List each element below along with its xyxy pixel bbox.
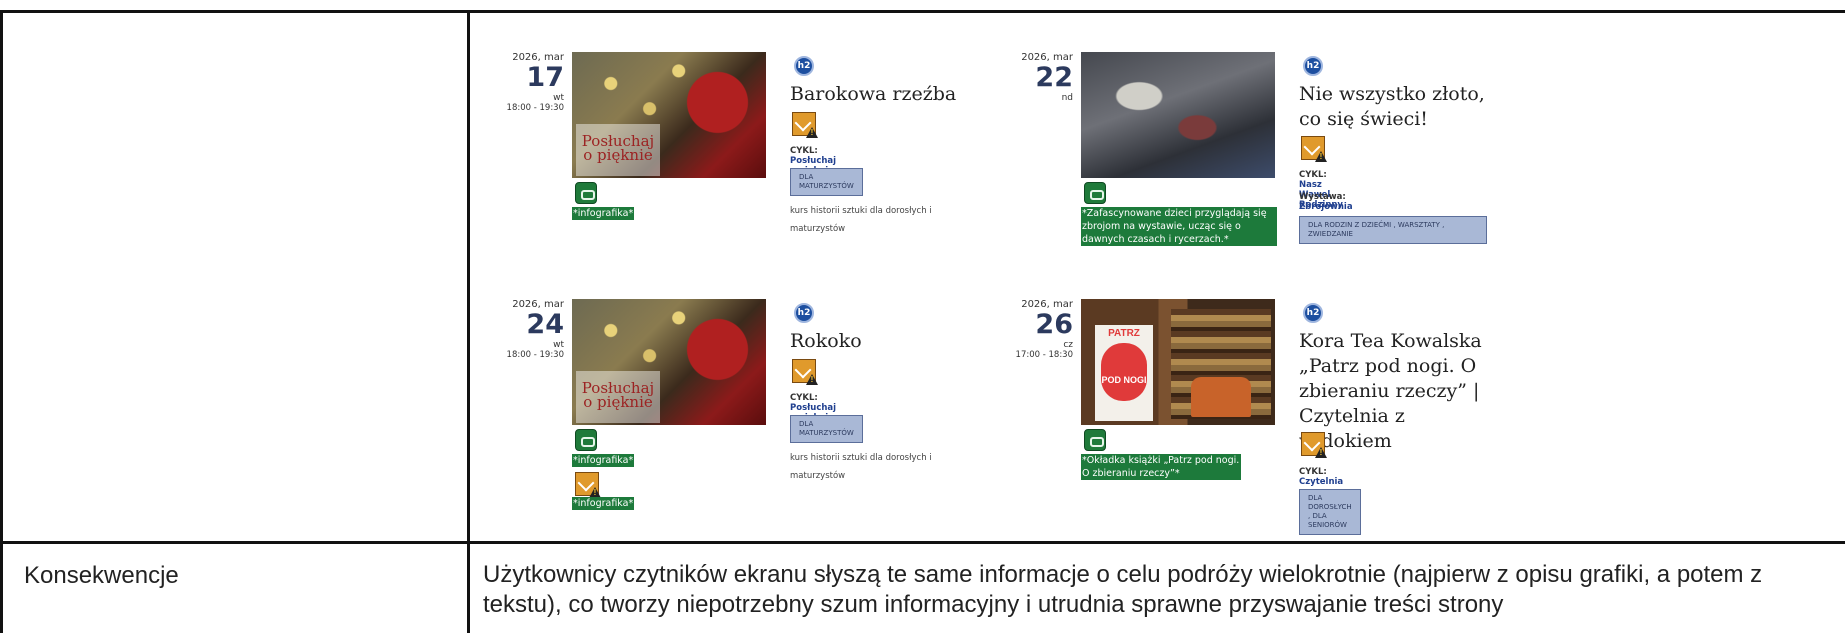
event-date: 2026, mar 26 cz 17:00 - 18:30 xyxy=(1011,299,1073,360)
link-warning-icon xyxy=(1301,432,1325,456)
event-time: 17:00 - 18:30 xyxy=(1015,350,1073,360)
event-day: 17 xyxy=(526,62,564,93)
event-weekday: nd xyxy=(1061,93,1073,103)
cycle-label: CYKL: xyxy=(790,393,818,403)
table-column-divider xyxy=(467,10,470,633)
heading-level-icon: h2 xyxy=(1303,56,1323,76)
event-image[interactable] xyxy=(1081,52,1275,178)
event-image[interactable]: Posłuchaj o pięknie xyxy=(572,299,766,425)
link-warning-icon xyxy=(792,112,816,136)
table-row-divider xyxy=(0,541,1845,544)
category-tag[interactable]: DLA MATURZYSTÓW xyxy=(790,168,863,196)
event-weekday: wt xyxy=(553,93,564,103)
event-weekday: cz xyxy=(1063,340,1073,350)
event-day: 22 xyxy=(1035,62,1073,93)
image-alt-tag: *infografika* xyxy=(572,454,635,467)
image-alt-icon xyxy=(575,182,597,204)
event-date: 2026, mar 24 wt 18:00 - 19:30 xyxy=(502,299,564,360)
consequences-text: Użytkownicy czytników ekranu słyszą te s… xyxy=(483,561,1763,618)
heading-level-icon: h2 xyxy=(794,303,814,323)
book-cover-title-top: PATRZ xyxy=(1108,328,1140,339)
event-title[interactable]: Rokoko xyxy=(790,329,990,354)
image-alt-tag: *Zafascynowane dzieci przyglądają się zb… xyxy=(1081,207,1277,246)
image-alt-icon xyxy=(575,429,597,451)
event-title[interactable]: Nie wszystko złoto, co się świeci! xyxy=(1299,82,1499,132)
image-alt-icon xyxy=(1084,182,1106,204)
image-overlay-text: Posłuchaj o pięknie xyxy=(576,371,660,423)
link-warning-icon xyxy=(1301,136,1325,160)
image-alt-tag: *infografika* xyxy=(572,497,635,510)
cycle-label: CYKL: xyxy=(790,146,818,156)
consequences-label: Konsekwencje xyxy=(24,562,179,589)
cycle-label: CYKL: xyxy=(1299,170,1327,180)
image-alt-tag: *infografika* xyxy=(572,207,635,220)
event-description: kurs historii sztuki dla dorosłych i mat… xyxy=(790,206,932,234)
cycle-label: CYKL: xyxy=(1299,467,1327,477)
image-warning-icon xyxy=(575,472,599,496)
event-image[interactable]: Posłuchaj o pięknie xyxy=(572,52,766,178)
event-weekday: wt xyxy=(553,340,564,350)
event-day: 24 xyxy=(526,309,564,340)
category-tag[interactable]: DLA DOROSŁYCH , DLA SENIORÓW xyxy=(1299,489,1361,535)
event-title[interactable]: Kora Tea Kowalska „Patrz pod nogi. O zbi… xyxy=(1299,329,1489,454)
exhibition-link[interactable]: Zbrojownia xyxy=(1299,202,1353,212)
image-alt-tag: *Okładka książki „Patrz pod nogi. O zbie… xyxy=(1081,454,1241,480)
category-tag[interactable]: DLA RODZIN Z DZIEĆMI , WARSZTATY , ZWIED… xyxy=(1299,216,1487,244)
event-image[interactable]: PATRZ POD NOGI xyxy=(1081,299,1275,425)
category-tag[interactable]: DLA MATURZYSTÓW xyxy=(790,415,863,443)
event-title[interactable]: Barokowa rzeźba xyxy=(790,82,990,107)
event-date: 2026, mar 17 wt 18:00 - 19:30 xyxy=(502,52,564,113)
book-cover-image: PATRZ POD NOGI xyxy=(1095,325,1153,421)
event-exhibition: Wystawa: Zbrojownia xyxy=(1299,192,1353,212)
event-date: 2026, mar 22 nd xyxy=(1011,52,1073,103)
event-time: 18:00 - 19:30 xyxy=(506,103,564,113)
heading-level-icon: h2 xyxy=(1303,303,1323,323)
book-cover-graphic xyxy=(1101,343,1147,401)
armchair-image xyxy=(1191,377,1251,417)
event-description: kurs historii sztuki dla dorosłych i mat… xyxy=(790,453,932,481)
book-cover-title-bottom: POD NOGI xyxy=(1101,375,1147,385)
link-warning-icon xyxy=(792,359,816,383)
table-border-left xyxy=(0,10,3,633)
table-border-top xyxy=(0,10,1845,13)
exhibition-label: Wystawa: xyxy=(1299,192,1346,202)
event-time: 18:00 - 19:30 xyxy=(506,350,564,360)
image-overlay-text: Posłuchaj o pięknie xyxy=(576,124,660,176)
image-alt-icon xyxy=(1084,429,1106,451)
heading-level-icon: h2 xyxy=(794,56,814,76)
event-day: 26 xyxy=(1035,309,1073,340)
